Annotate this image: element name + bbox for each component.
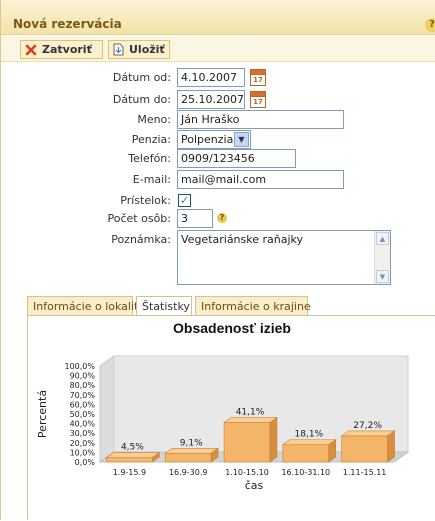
save-icon <box>113 43 124 56</box>
tab-location-info[interactable]: Informácie o lokalite <box>27 296 145 316</box>
bar <box>282 444 330 463</box>
save-button[interactable]: Uložiť <box>108 40 170 59</box>
note-textarea[interactable]: Vegetariánske raňajky ▲ ▼ <box>177 230 391 285</box>
guests-label: Počet osôb: <box>107 212 171 225</box>
tab-country-info[interactable]: Informácie o krajine <box>195 296 311 316</box>
date-to-row: Dátum do: 25.10.2007 17 <box>1 90 435 110</box>
chart-title: Obsadenosť izieb <box>173 320 291 336</box>
y-tick-label: 40,0% <box>70 420 96 429</box>
x-tick-label: 1.9-15.9 <box>113 468 146 477</box>
bar-top <box>223 417 278 423</box>
extra-bed-checkbox[interactable]: ✓ <box>178 194 191 207</box>
guests-row: Počet osôb: 3 ? <box>1 209 435 229</box>
data-label: 9,1% <box>180 438 203 448</box>
close-button-label: Zatvoriť <box>42 43 92 56</box>
y-tick-label: 0,0% <box>75 458 96 467</box>
calendar-icon[interactable]: 17 <box>250 91 266 108</box>
guests-field[interactable]: 3 <box>177 209 213 228</box>
email-field[interactable]: mail@mail.com <box>177 170 344 189</box>
date-from-row: Dátum od: 4.10.2007 17 <box>1 68 435 88</box>
x-tick-label: 16.9-30.9 <box>169 468 208 477</box>
chevron-down-icon[interactable]: ▼ <box>234 132 249 147</box>
bar-top <box>105 452 161 458</box>
tab-statistics[interactable]: Štatistky <box>136 296 192 317</box>
extra-bed-row: Prístelok: ✓ <box>1 191 435 211</box>
board-select[interactable]: Polpenzia ▼ <box>177 130 251 149</box>
bar-top <box>281 439 337 445</box>
bar-top <box>340 430 396 437</box>
data-label: 41,1% <box>236 408 265 418</box>
data-label: 4,5% <box>121 443 144 453</box>
date-from-label: Dátum od: <box>112 71 171 84</box>
chart-side-wall <box>99 355 115 463</box>
title-bar: Nová rezervácia ? <box>1 0 435 35</box>
date-to-label: Dátum do: <box>112 93 171 106</box>
x-tick-label: 1.11-15.11 <box>343 468 387 477</box>
board-label: Penzia: <box>131 133 171 146</box>
save-button-label: Uložiť <box>129 43 165 56</box>
name-field[interactable]: Ján Hraško <box>177 110 344 129</box>
note-text: Vegetariánske raňajky <box>181 233 304 246</box>
x-axis-label: čas <box>245 479 264 492</box>
textarea-scrollbar[interactable]: ▲ ▼ <box>374 231 390 284</box>
scroll-down-icon[interactable]: ▼ <box>376 270 389 283</box>
bar-side <box>387 430 395 463</box>
close-icon <box>25 44 37 56</box>
data-label: 27,2% <box>353 421 382 431</box>
data-label: 18,1% <box>295 430 324 440</box>
email-row: E-mail: mail@mail.com <box>1 170 435 190</box>
y-tick-label: 80,0% <box>70 381 96 390</box>
x-tick-label: 1.10-15.10 <box>225 468 269 477</box>
date-to-field[interactable]: 25.10.2007 <box>177 90 245 109</box>
y-tick-label: 20,0% <box>70 439 96 448</box>
board-row: Penzia: Polpenzia ▼ <box>1 130 435 150</box>
name-label: Meno: <box>137 113 171 126</box>
y-tick-label: 60,0% <box>70 400 96 409</box>
calendar-icon[interactable]: 17 <box>250 69 266 86</box>
note-label: Poznámka: <box>111 233 171 246</box>
note-row: Poznámka: Vegetariánske raňajky ▲ ▼ <box>1 230 435 286</box>
x-tick-label: 16.10-31.10 <box>281 468 330 477</box>
info-icon[interactable]: ? <box>217 213 227 223</box>
bar <box>164 452 212 463</box>
close-button[interactable]: Zatvoriť <box>20 40 103 59</box>
y-tick-label: 50,0% <box>70 410 96 419</box>
phone-label: Telefón: <box>128 152 171 165</box>
phone-field[interactable]: 0909/123456 <box>177 149 296 168</box>
y-tick-label: 90,0% <box>70 372 96 381</box>
statistics-panel: Obsadenosť izieb 0,0% 10,0% 20,0% 30,0% 40,0%… <box>27 315 435 520</box>
bar <box>341 435 388 463</box>
bar <box>223 422 271 463</box>
y-tick-label: 70,0% <box>70 391 96 400</box>
email-label: E-mail: <box>132 173 171 186</box>
date-from-field[interactable]: 4.10.2007 <box>177 68 245 87</box>
board-select-value: Polpenzia <box>181 133 234 146</box>
phone-row: Telefón: 0909/123456 <box>1 149 435 169</box>
reservation-window: Nová rezervácia ? Zatvoriť Uložiť Dátum … <box>0 0 435 520</box>
name-row: Meno: Ján Hraško <box>1 110 435 130</box>
scroll-up-icon[interactable]: ▲ <box>376 232 389 245</box>
help-icon[interactable]: ? <box>425 18 435 32</box>
toolbar: Zatvoriť Uložiť <box>1 36 435 62</box>
bar <box>106 457 153 463</box>
y-tick-label: 10,0% <box>70 448 96 457</box>
extra-bed-label: Prístelok: <box>120 194 171 207</box>
y-tick-label: 100,0% <box>64 362 95 371</box>
occupancy-chart: Obsadenosť izieb 0,0%10,0%20,0%30,0%40,0%… <box>36 320 410 492</box>
y-axis-label: Percentá <box>36 390 49 438</box>
window-title: Nová rezervácia <box>13 17 122 31</box>
bar-top <box>164 447 220 454</box>
y-tick-label: 30,0% <box>70 429 96 438</box>
bar-side <box>269 416 278 463</box>
